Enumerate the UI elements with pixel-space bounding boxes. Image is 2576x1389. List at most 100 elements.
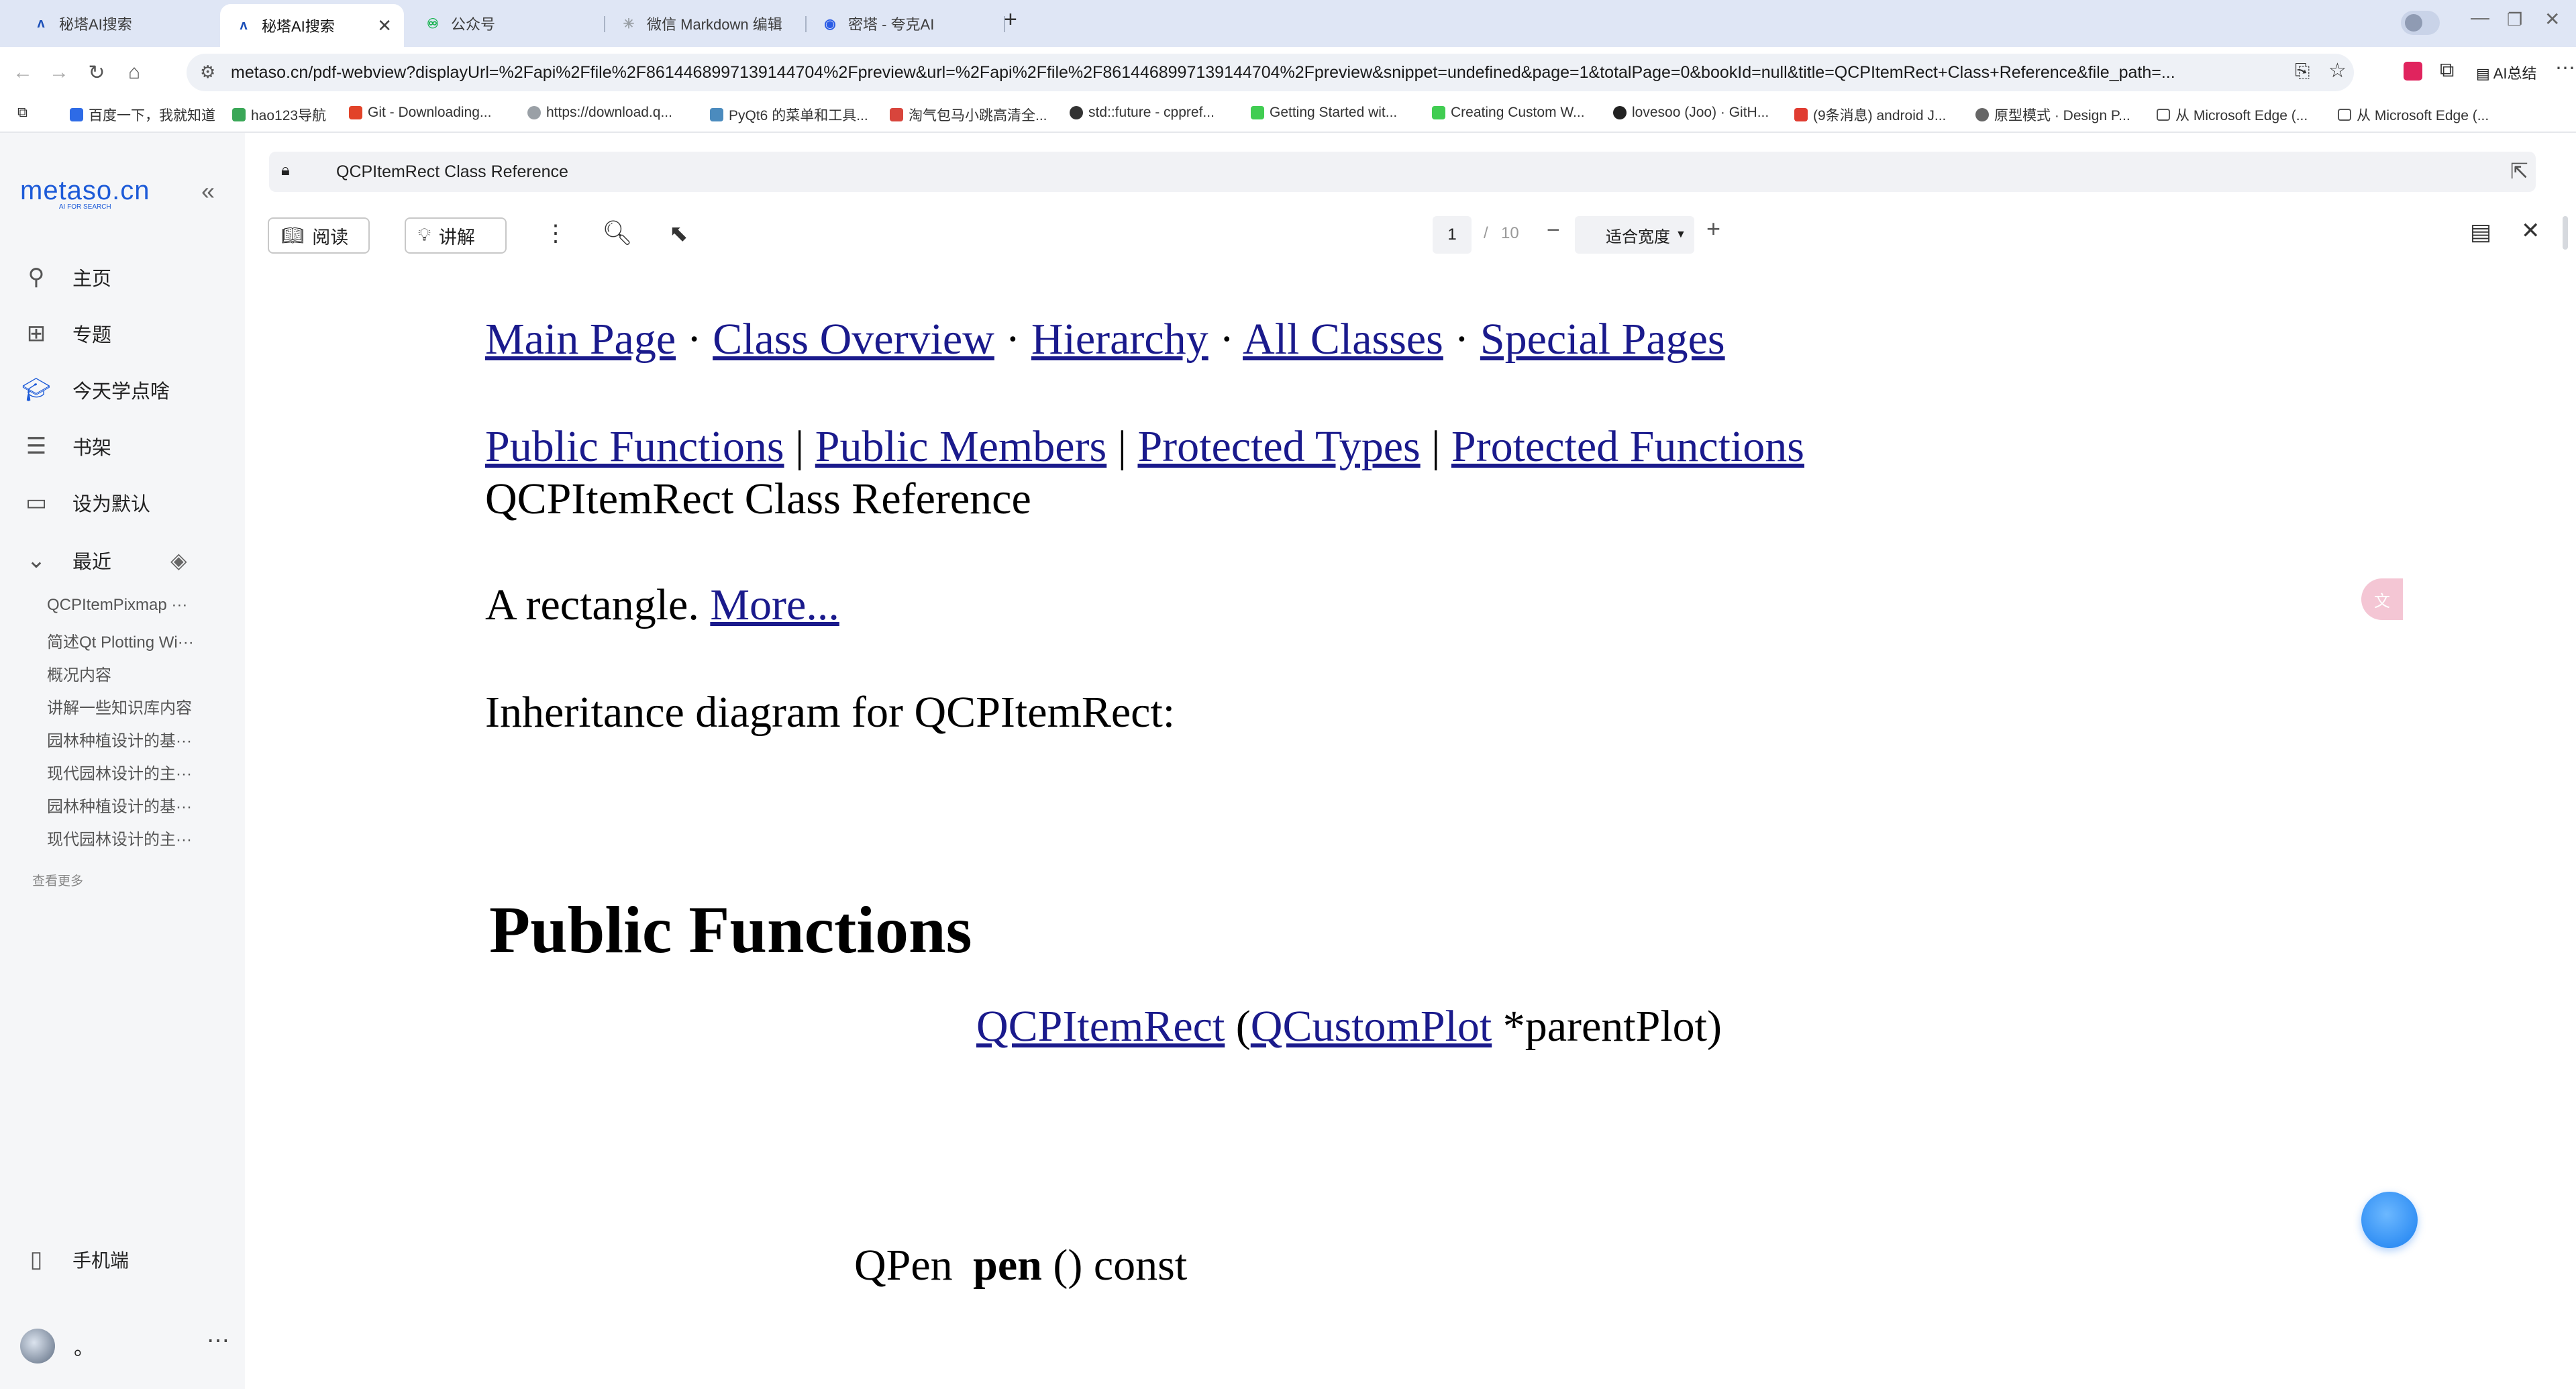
sidebar-item-label: 今天学点啥 [72, 381, 170, 403]
recent-item[interactable]: 简述Qt Plotting Wi··· [47, 629, 194, 652]
link-hierarchy[interactable]: Hierarchy [1031, 315, 1208, 364]
bookmark-label: (9条消息) android J... [1813, 108, 1947, 123]
read-button[interactable]: 📖︎ 阅读 [268, 217, 370, 254]
bookmark-item[interactable]: 淘气包马小跳高清全... [890, 105, 1047, 125]
mobile-link[interactable]: ▯ 手机端 [21, 1243, 129, 1276]
new-tab-button[interactable]: + [1004, 7, 1017, 33]
page-separator: / [1484, 224, 1488, 242]
metaso-logo[interactable]: metaso.cn AI FOR SEARCH [20, 176, 150, 211]
close-viewer-icon[interactable]: ✕ [2521, 217, 2540, 244]
folder-icon [2157, 109, 2170, 121]
recent-item[interactable]: 园林种植设计的基··· [47, 727, 192, 751]
link-public-functions[interactable]: Public Functions [485, 422, 784, 471]
bookmark-label: std::future - cppref... [1088, 105, 1215, 120]
book-open-icon: 📖︎ [281, 225, 305, 246]
nav-separator: · [1005, 315, 1021, 364]
link-qcpitemrect[interactable]: QCPItemRect [976, 1002, 1225, 1051]
zoom-select[interactable]: 适合宽度 ▼ [1575, 216, 1694, 254]
page-number-input[interactable]: 1 [1433, 216, 1472, 254]
recent-item[interactable]: 概况内容 [47, 662, 111, 685]
tab-metaso-active[interactable]: ʌ 秘塔AI搜索 ✕ [220, 4, 404, 47]
sidebar-item-learn-today[interactable]: 🎓︎ 今天学点啥 [21, 373, 170, 407]
avatar[interactable] [20, 1329, 55, 1364]
recent-item[interactable]: QCPItemPixmap ··· [47, 596, 187, 615]
profile-button[interactable] [2401, 11, 2440, 35]
install-app-icon[interactable]: ⎘ [2295, 60, 2310, 83]
link-class-overview[interactable]: Class Overview [713, 315, 994, 364]
bookmark-item[interactable]: 百度一下，我就知道 [70, 105, 215, 125]
bookmark-item[interactable]: lovesoo (Joo) · GitH... [1613, 105, 1769, 121]
zoom-in-button[interactable]: + [1706, 215, 1720, 243]
link-protected-functions[interactable]: Protected Functions [1451, 422, 1804, 471]
tab-wechat-mp[interactable]: ♾ 公众号 [409, 5, 605, 42]
link-public-members[interactable]: Public Members [815, 422, 1106, 471]
bookmark-item[interactable]: Getting Started wit... [1251, 105, 1397, 121]
sidebar-item-set-default[interactable]: ▭ 设为默认 [21, 486, 150, 519]
bookmark-item[interactable]: (9条消息) android J... [1794, 105, 1946, 125]
public-functions-heading: Public Functions [489, 892, 972, 967]
link-more[interactable]: More... [710, 580, 839, 629]
user-name: 。 [74, 1337, 94, 1359]
user-more-icon[interactable]: ⋯ [207, 1327, 229, 1354]
layout-toggle-icon[interactable]: ▤ [2470, 219, 2491, 246]
tab-quark[interactable]: ◉ 密塔 - 夸克AI [807, 5, 1005, 42]
select-cursor-icon[interactable]: ⬉ [669, 220, 688, 247]
assistant-float-button[interactable] [2361, 1192, 2418, 1248]
zoom-out-button[interactable]: − [1547, 217, 1560, 244]
python-icon [710, 108, 723, 121]
zoom-search-icon[interactable]: 🔍︎ [602, 219, 633, 247]
bookmark-item[interactable]: std::future - cppref... [1070, 105, 1215, 121]
bookmark-folder[interactable]: 从 Microsoft Edge (... [2338, 105, 2489, 125]
sidebar-recent-toggle[interactable]: ⌄ 最近 [21, 544, 111, 577]
more-options-icon[interactable]: ⋮ [544, 220, 567, 247]
link-qcustomplot[interactable]: QCustomPlot [1251, 1002, 1492, 1051]
link-special-pages[interactable]: Special Pages [1480, 315, 1725, 364]
translate-float-icon[interactable]: 文 [2361, 578, 2403, 620]
see-more-link[interactable]: 查看更多 [32, 871, 83, 889]
minimize-icon[interactable]: — [2471, 7, 2489, 28]
sidebar-item-topics[interactable]: ⊞ 专题 [21, 317, 111, 350]
sidebar-item-home[interactable]: ⚲ 主页 [21, 260, 111, 294]
section-separator: | [1117, 422, 1127, 471]
sidebar-item-bookshelf[interactable]: ☰ 书架 [21, 429, 111, 463]
address-bar[interactable]: ⚙ metaso.cn/pdf-webview?displayUrl=%2Fap… [187, 54, 2354, 91]
link-all-classes[interactable]: All Classes [1243, 315, 1443, 364]
recent-item[interactable]: 现代园林设计的主··· [47, 760, 192, 784]
recent-item[interactable]: 讲解一些知识库内容 [47, 694, 192, 718]
zoom-label: 适合宽度 [1606, 227, 1670, 246]
recent-item[interactable]: 园林种植设计的基··· [47, 793, 192, 817]
favorite-star-icon[interactable]: ☆ [2328, 59, 2347, 83]
close-window-icon[interactable]: ✕ [2544, 8, 2560, 30]
tab-metaso-1[interactable]: ʌ 秘塔AI搜索 [17, 5, 220, 42]
tab-markdown-editor[interactable]: ✳ 微信 Markdown 编辑 [605, 5, 807, 42]
collapse-sidebar-icon[interactable]: « [201, 177, 215, 205]
restore-icon[interactable]: ❐ [2507, 9, 2522, 30]
bookmark-label: hao123导航 [251, 108, 327, 123]
extension-icon[interactable] [2404, 62, 2422, 81]
bookmark-item[interactable]: Git - Downloading... [349, 105, 491, 121]
bookmark-item[interactable]: https://download.q... [527, 105, 672, 121]
site-info-icon[interactable]: ⚙ [200, 62, 215, 83]
open-external-icon[interactable]: ⇱ [2510, 158, 2528, 184]
back-icon[interactable]: ← [9, 59, 36, 86]
home-icon[interactable]: ⌂ [121, 59, 148, 86]
link-main-page[interactable]: Main Page [485, 315, 676, 364]
more-menu-icon[interactable]: ⋯ [2555, 56, 2575, 80]
bookmark-item[interactable]: hao123导航 [232, 105, 326, 125]
bookmark-item[interactable]: Creating Custom W... [1432, 105, 1585, 121]
bookmark-label: lovesoo (Joo) · GitH... [1632, 105, 1769, 120]
explain-button[interactable]: 💡︎ 讲解 [405, 217, 507, 254]
close-tab-icon[interactable]: ✕ [377, 15, 392, 36]
tab-actions-icon[interactable]: ⧉ [17, 105, 28, 121]
ai-summary-button[interactable]: ▤ AI总结 [2476, 62, 2536, 83]
forward-icon[interactable]: → [46, 59, 72, 86]
reload-icon[interactable]: ↻ [83, 59, 110, 86]
bookmark-item[interactable]: 原型模式 · Design P... [1975, 105, 2130, 125]
layers-icon[interactable]: ◈ [170, 548, 187, 573]
bookmark-item[interactable]: PyQt6 的菜单和工具... [710, 105, 868, 125]
bookmark-folder[interactable]: 从 Microsoft Edge (... [2157, 105, 2308, 125]
link-protected-types[interactable]: Protected Types [1137, 422, 1420, 471]
recent-item[interactable]: 现代园林设计的主··· [47, 826, 192, 850]
scrollbar-thumb[interactable] [2563, 216, 2568, 250]
extensions-puzzle-icon[interactable]: ⧉ [2440, 59, 2454, 82]
